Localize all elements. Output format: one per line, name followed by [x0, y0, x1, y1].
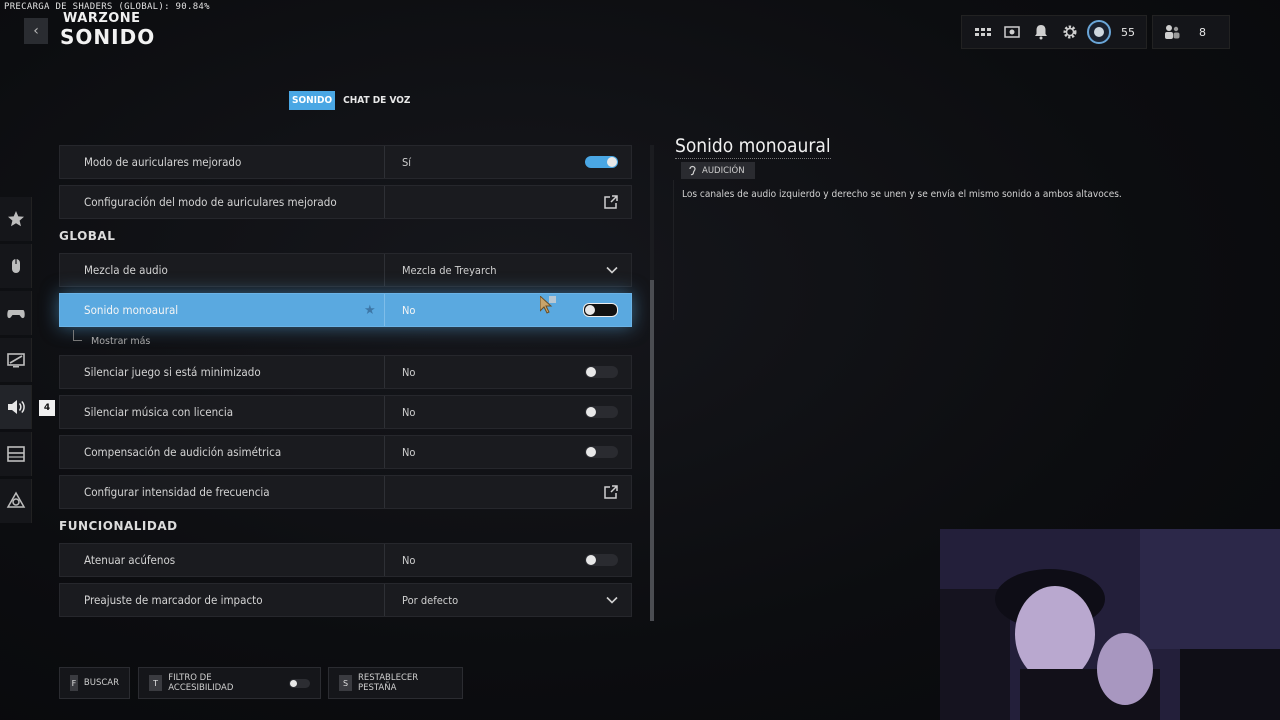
setting-label: Compensación de audición asimétrica — [60, 436, 385, 468]
setting-value: Mezcla de Treyarch — [402, 263, 497, 277]
setting-value: No — [402, 365, 416, 379]
show-more-link[interactable]: Mostrar más — [59, 330, 632, 355]
accessibility-filter-button[interactable]: T FILTRO DE ACCESIBILIDAD — [138, 667, 321, 699]
toggle-switch[interactable] — [583, 303, 618, 317]
detail-tag-label: AUDICIÓN — [702, 165, 745, 176]
tab-chat-de-voz[interactable]: CHAT DE VOZ — [341, 91, 412, 110]
setting-row-asymmetric-hearing[interactable]: Compensación de audición asimétrica No — [59, 435, 632, 469]
reset-tab-button[interactable]: S RESTABLECER PESTAÑA — [328, 667, 463, 699]
network-icon — [6, 491, 25, 508]
rail-controller[interactable] — [0, 291, 32, 335]
rail-notification-badge: 4 — [39, 400, 55, 416]
rail-graphics[interactable] — [0, 338, 32, 382]
bell-icon[interactable] — [1026, 15, 1055, 49]
webcam-overlay — [940, 529, 1280, 720]
speaker-icon — [7, 400, 25, 414]
setting-row-enhanced-headphones[interactable]: Modo de auriculares mejorado Sí — [59, 145, 632, 179]
setting-row-tinnitus[interactable]: Atenuar acúfenos No — [59, 543, 632, 577]
rank-badge[interactable] — [1084, 15, 1113, 49]
setting-row-hitmarker-preset[interactable]: Preajuste de marcador de impacto Por def… — [59, 583, 632, 617]
friends-count: 8 — [1199, 25, 1206, 39]
accessibility-filter-toggle[interactable] — [289, 678, 310, 688]
interface-icon — [6, 446, 25, 462]
toggle-switch[interactable] — [585, 156, 618, 168]
detail-title: Sonido monoaural — [675, 135, 831, 159]
setting-row-mute-minimized[interactable]: Silenciar juego si está minimizado No — [59, 355, 632, 389]
setting-value: No — [402, 405, 416, 419]
key-hint: F — [70, 675, 78, 691]
external-link-icon[interactable] — [604, 485, 618, 499]
search-button[interactable]: F BUSCAR — [59, 667, 130, 699]
key-hint: T — [149, 675, 163, 691]
setting-value: Sí — [402, 155, 412, 169]
rail-mouse[interactable] — [0, 244, 32, 288]
setting-row-enhanced-headphones-config[interactable]: Configuración del modo de auriculares me… — [59, 185, 632, 219]
monitor-icon — [6, 353, 25, 368]
setting-label: Preajuste de marcador de impacto — [60, 584, 385, 616]
setting-label: Mezcla de audio — [60, 254, 385, 286]
setting-label: Silenciar música con licencia — [60, 396, 385, 428]
detail-description: Los canales de audio izquierdo y derecho… — [682, 189, 1122, 200]
grid-menu-icon[interactable] — [968, 15, 997, 49]
settings-list: Modo de auriculares mejorado Sí Configur… — [59, 145, 632, 623]
rail-interface[interactable] — [0, 432, 32, 476]
controller-icon — [6, 310, 25, 319]
star-icon — [7, 211, 24, 227]
setting-value: Por defecto — [402, 593, 459, 607]
player-level: 55 — [1121, 25, 1135, 39]
mouse-icon — [11, 259, 20, 273]
scrollbar-thumb[interactable] — [650, 280, 654, 621]
rail-favorites[interactable] — [0, 197, 32, 241]
setting-row-audio-mix[interactable]: Mezcla de audio Mezcla de Treyarch — [59, 253, 632, 287]
setting-label: Silenciar juego si está minimizado — [60, 356, 385, 388]
ear-icon — [689, 165, 696, 176]
tab-bar: SONIDO CHAT DE VOZ — [289, 91, 412, 110]
friends-button[interactable]: 8 — [1152, 15, 1230, 49]
map-icon[interactable] — [997, 15, 1026, 49]
section-header-global: GLOBAL — [59, 229, 116, 243]
reset-tab-label: RESTABLECER PESTAÑA — [358, 673, 419, 693]
page-title: SONIDO — [60, 25, 156, 49]
toggle-switch[interactable] — [585, 366, 618, 378]
setting-label: Atenuar acúfenos — [60, 544, 385, 576]
setting-row-mute-licensed-music[interactable]: Silenciar música con licencia No — [59, 395, 632, 429]
favorite-star-icon[interactable]: ★ — [364, 303, 376, 318]
setting-label: Sonido monoaural — [60, 294, 385, 326]
setting-label: Configurar intensidad de frecuencia — [60, 476, 385, 508]
top-bar: 55 — [961, 15, 1147, 49]
setting-value: No — [402, 553, 416, 567]
gear-icon[interactable] — [1055, 15, 1084, 49]
toggle-switch[interactable] — [585, 446, 618, 458]
setting-row-frequency-intensity[interactable]: Configurar intensidad de frecuencia — [59, 475, 632, 509]
chevron-down-icon[interactable] — [606, 264, 618, 276]
accessibility-filter-label: FILTRO DE ACCESIBILIDAD — [168, 673, 234, 693]
search-label: BUSCAR — [83, 678, 119, 688]
section-header-functionality: FUNCIONALIDAD — [59, 519, 178, 533]
webcam-image — [940, 529, 1280, 720]
detail-divider — [673, 180, 674, 320]
brand-logo: WARZONE — [63, 11, 141, 26]
setting-value: No — [402, 445, 416, 459]
friends-icon — [1165, 25, 1180, 39]
setting-label: Configuración del modo de auriculares me… — [60, 186, 385, 218]
rail-network[interactable] — [0, 479, 32, 523]
tab-sonido[interactable]: SONIDO — [289, 91, 336, 110]
setting-value: No — [402, 303, 416, 317]
side-rail — [0, 197, 34, 526]
toggle-switch[interactable] — [585, 406, 618, 418]
rail-audio[interactable] — [0, 385, 32, 429]
back-button[interactable]: ‹ — [24, 18, 48, 44]
mouse-cursor-icon — [540, 296, 556, 314]
toggle-switch[interactable] — [585, 554, 618, 566]
chevron-down-icon[interactable] — [606, 594, 618, 606]
external-link-icon[interactable] — [604, 195, 618, 209]
key-hint: S — [339, 675, 352, 691]
setting-label: Modo de auriculares mejorado — [60, 146, 385, 178]
detail-tag: AUDICIÓN — [681, 162, 755, 179]
